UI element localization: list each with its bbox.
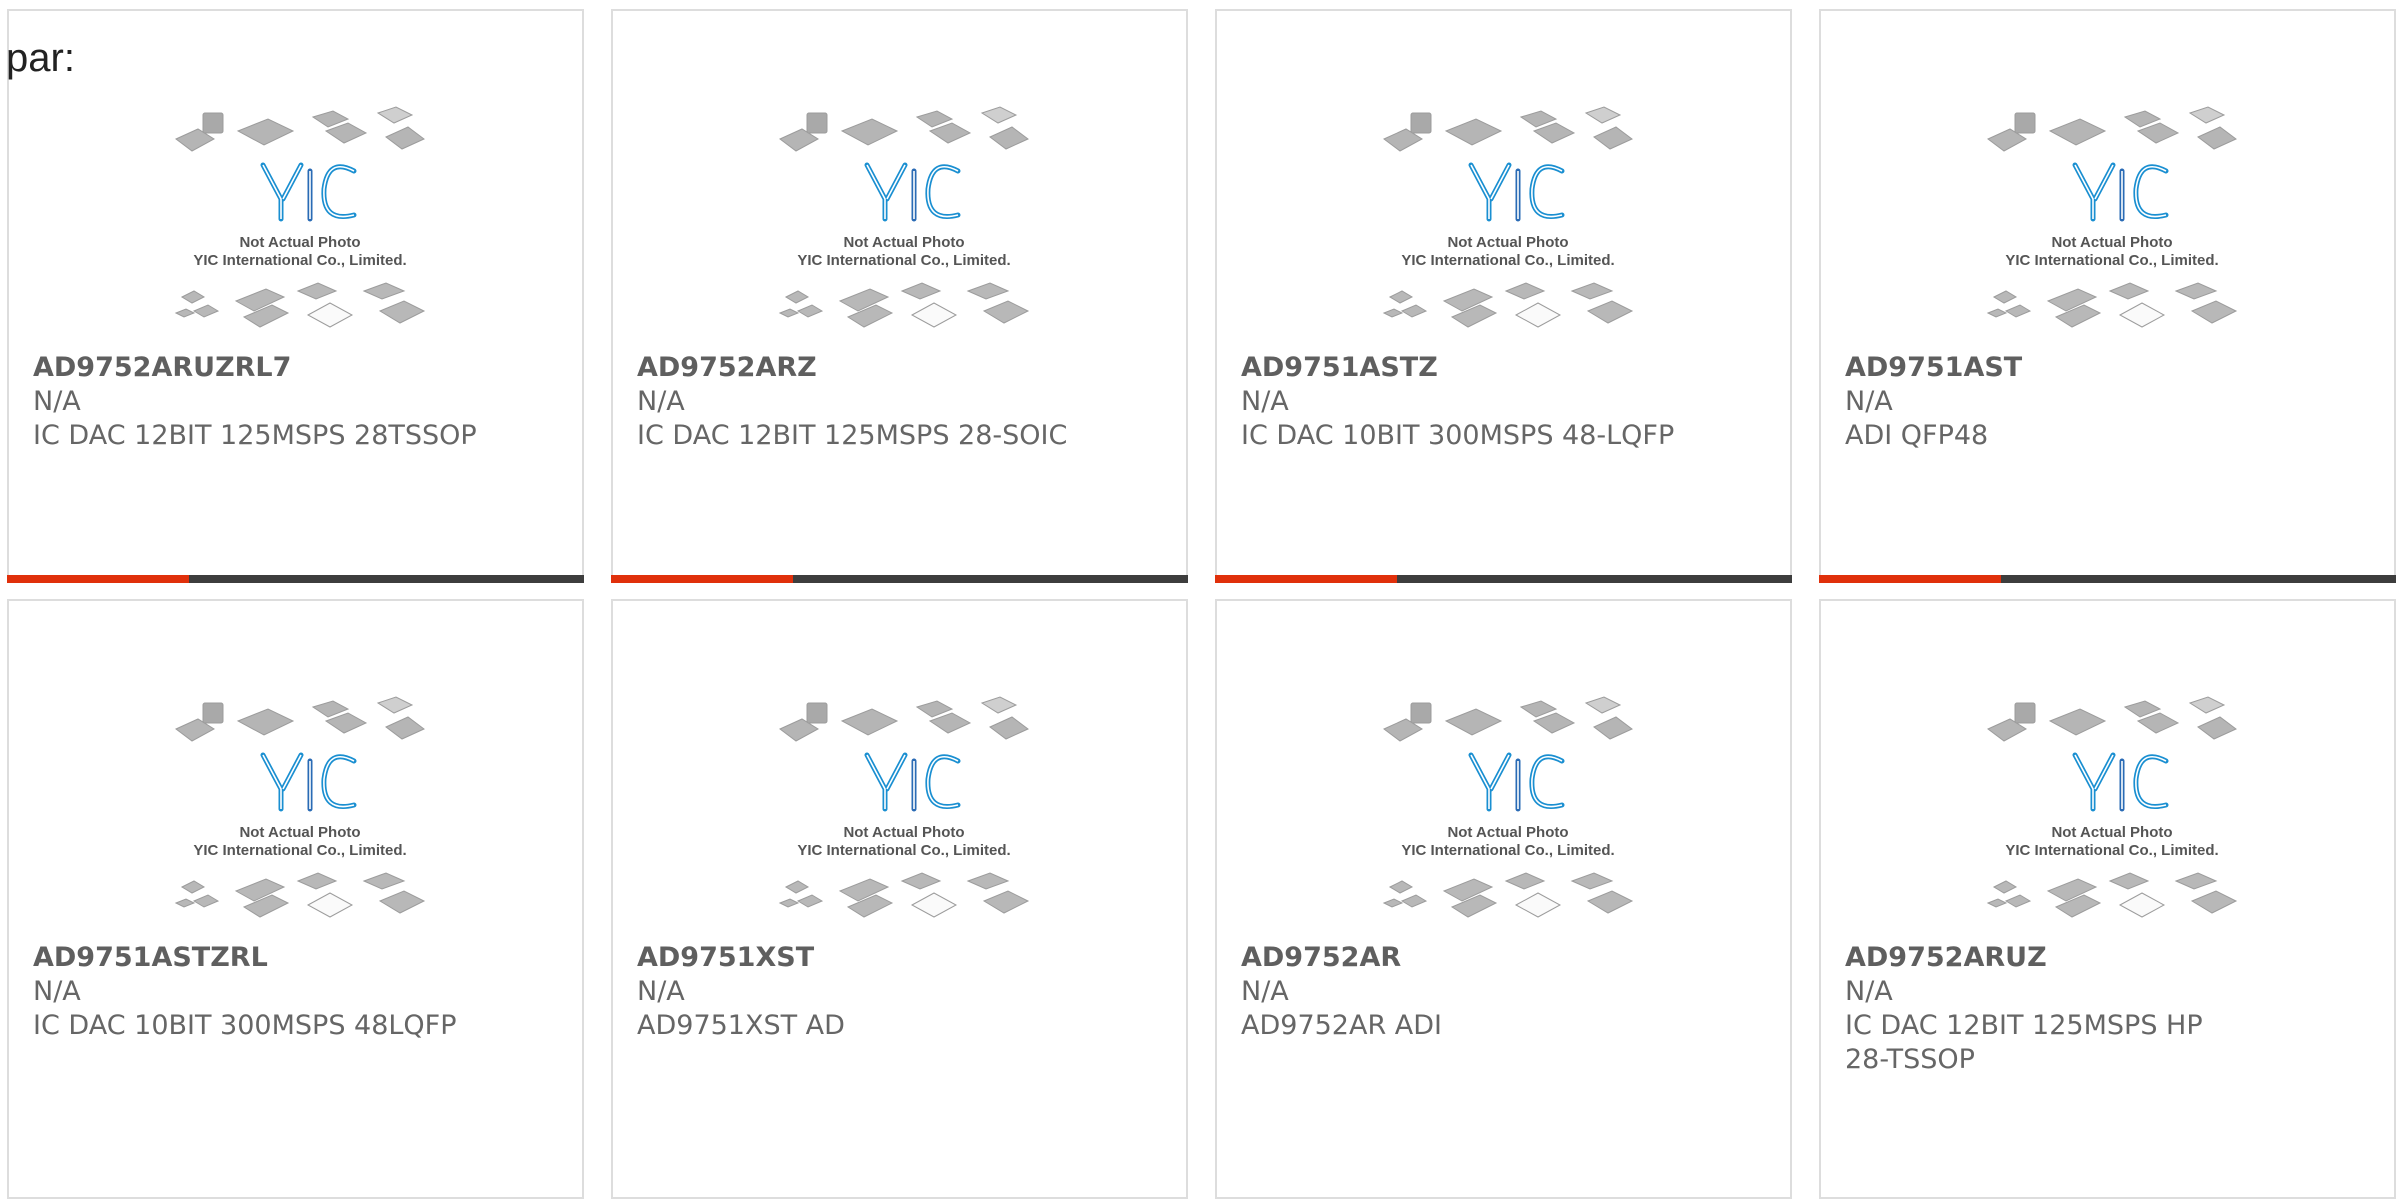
manufacturer: N/A [637,386,685,417]
product-photo: Not Actual Photo YIC International Co., … [1376,691,1641,941]
description: IC DAC 10BIT 300MSPS 48-LQFP [1241,420,1675,451]
manufacturer: N/A [1241,976,1289,1007]
description: IC DAC 12BIT 125MSPS 28TSSOP [33,420,477,451]
description: IC DAC 12BIT 125MSPS HP 28-TSSOP [1845,1010,2203,1075]
manufacturer: N/A [1241,386,1289,417]
product-card[interactable]: Not Actual Photo YIC International Co., … [1215,9,1792,583]
page-label: par: [6,36,75,80]
product-card[interactable]: Not Actual Photo YIC International Co., … [7,599,584,1199]
product-info: AD9752ARUZRL7 N/A IC DAC 12BIT 125MSPS 2… [33,351,553,453]
photo-caption: Not Actual Photo [239,824,360,841]
product-info: AD9751ASTZ N/A IC DAC 10BIT 300MSPS 48-L… [1241,351,1761,453]
photo-caption: Not Actual Photo [843,234,964,251]
product-info: AD9752AR N/A AD9752AR ADI [1241,941,1761,1043]
placeholder-image: Not Actual Photo YIC International Co., … [1986,696,2238,918]
part-number-link[interactable]: AD9752ARZ [637,351,1157,385]
manufacturer: N/A [637,976,685,1007]
product-card[interactable]: Not Actual Photo YIC International Co., … [1819,9,2396,583]
product-card[interactable]: Not Actual Photo YIC International Co., … [1215,599,1792,1199]
placeholder-image: Not Actual Photo YIC International Co., … [174,696,426,918]
product-photo: Not Actual Photo YIC International Co., … [772,101,1037,351]
placeholder-image: Not Actual Photo YIC International Co., … [1382,106,1634,328]
product-photo: Not Actual Photo YIC International Co., … [772,691,1037,941]
photo-caption: Not Actual Photo [1447,234,1568,251]
manufacturer: N/A [33,976,81,1007]
product-info: AD9751AST N/A ADI QFP48 [1845,351,2365,453]
photo-caption: Not Actual Photo [2051,824,2172,841]
card-bar-accent [7,575,189,583]
description: ADI QFP48 [1845,420,1989,451]
card-bottom-bar [1819,575,2396,583]
card-bar-accent [1819,575,2001,583]
placeholder-image: Not Actual Photo YIC International Co., … [1986,106,2238,328]
card-bottom-bar [7,575,584,583]
photo-caption: YIC International Co., Limited. [193,842,406,859]
description: IC DAC 10BIT 300MSPS 48LQFP [33,1010,457,1041]
photo-caption: YIC International Co., Limited. [2005,842,2218,859]
product-info: AD9751XST N/A AD9751XST AD [637,941,1157,1043]
placeholder-image: Not Actual Photo YIC International Co., … [778,696,1030,918]
part-number-link[interactable]: AD9751XST [637,941,1157,975]
photo-caption: Not Actual Photo [2051,234,2172,251]
product-card[interactable]: Not Actual Photo YIC International Co., … [7,9,584,583]
photo-caption: Not Actual Photo [1447,824,1568,841]
product-info: AD9752ARZ N/A IC DAC 12BIT 125MSPS 28-SO… [637,351,1157,453]
photo-caption: Not Actual Photo [843,824,964,841]
description: IC DAC 12BIT 125MSPS 28-SOIC [637,420,1068,451]
part-number-link[interactable]: AD9752AR [1241,941,1761,975]
product-info: AD9752ARUZ N/A IC DAC 12BIT 125MSPS HP 2… [1845,941,2245,1077]
photo-caption: YIC International Co., Limited. [1401,252,1614,269]
product-photo: Not Actual Photo YIC International Co., … [1980,691,2245,941]
part-number-link[interactable]: AD9751AST [1845,351,2365,385]
part-number-link[interactable]: AD9752ARUZRL7 [33,351,553,385]
product-photo: Not Actual Photo YIC International Co., … [168,691,433,941]
product-card[interactable]: Not Actual Photo YIC International Co., … [611,9,1188,583]
manufacturer: N/A [1845,976,1893,1007]
manufacturer: N/A [1845,386,1893,417]
part-number-link[interactable]: AD9751ASTZRL [33,941,553,975]
product-info: AD9751ASTZRL N/A IC DAC 10BIT 300MSPS 48… [33,941,553,1043]
photo-caption: YIC International Co., Limited. [797,252,1010,269]
description: AD9751XST AD [637,1010,845,1041]
product-card[interactable]: Not Actual Photo YIC International Co., … [611,599,1188,1199]
card-bar-accent [611,575,793,583]
product-grid: Not Actual Photo YIC International Co., … [0,0,2400,1199]
card-bottom-bar [611,575,1188,583]
card-bar-accent [1215,575,1397,583]
photo-caption: YIC International Co., Limited. [193,252,406,269]
manufacturer: N/A [33,386,81,417]
product-photo: Not Actual Photo YIC International Co., … [168,101,433,351]
placeholder-image: Not Actual Photo YIC International Co., … [1382,696,1634,918]
product-photo: Not Actual Photo YIC International Co., … [1980,101,2245,351]
photo-caption: YIC International Co., Limited. [797,842,1010,859]
photo-caption: YIC International Co., Limited. [2005,252,2218,269]
part-number-link[interactable]: AD9752ARUZ [1845,941,2245,975]
part-number-link[interactable]: AD9751ASTZ [1241,351,1761,385]
description: AD9752AR ADI [1241,1010,1443,1041]
product-card[interactable]: Not Actual Photo YIC International Co., … [1819,599,2396,1199]
photo-caption: YIC International Co., Limited. [1401,842,1614,859]
product-photo: Not Actual Photo YIC International Co., … [1376,101,1641,351]
placeholder-image: Not Actual Photo YIC International Co., … [174,106,426,328]
placeholder-image: Not Actual Photo YIC International Co., … [778,106,1030,328]
photo-caption: Not Actual Photo [239,234,360,251]
card-bottom-bar [1215,575,1792,583]
